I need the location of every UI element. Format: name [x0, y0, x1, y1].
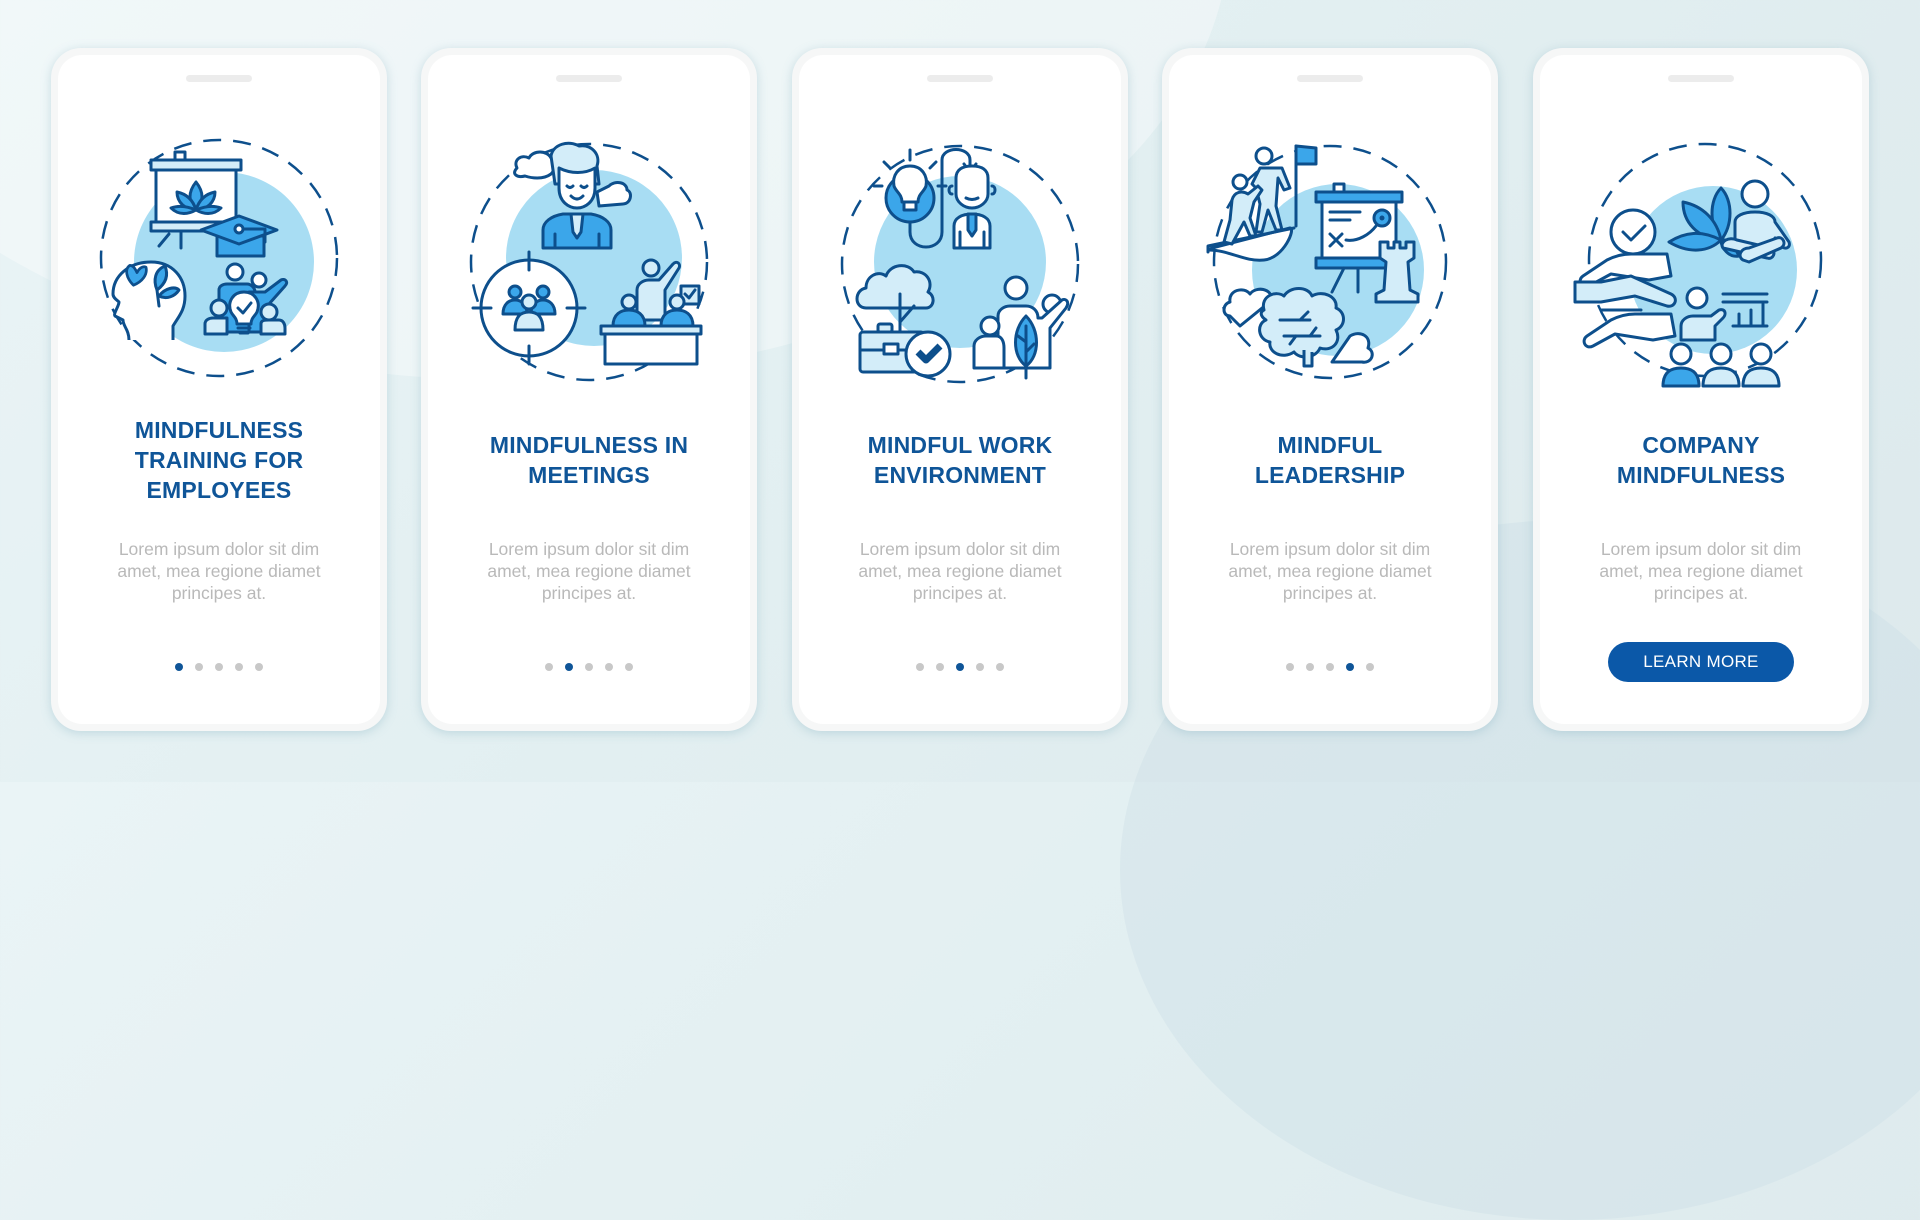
onboarding-screen-5: COMPANY MINDFULNESS Lorem ipsum dolor si… — [1533, 48, 1869, 731]
screen-title: MINDFUL LEADERSHIP — [1254, 432, 1406, 488]
supporting-hands-icon — [1573, 252, 1677, 349]
screen-title: COMPANY MINDFULNESS — [1616, 432, 1786, 488]
screen-content: COMPANY MINDFULNESS Lorem ipsum dolor si… — [1540, 55, 1862, 724]
page-dot[interactable] — [916, 663, 924, 671]
screen-content: MINDFUL WORK ENVIRONMENT Lorem ipsum dol… — [799, 55, 1121, 724]
screen-description: Lorem ipsum dolor sit dim amet, mea regi… — [858, 539, 1062, 603]
mindful-work-environment-illustration — [840, 144, 1080, 384]
head-with-plant-icon — [111, 260, 187, 341]
screen-title: MINDFULNESS TRAINING FOR EMPLOYEES — [134, 417, 304, 503]
page-dot[interactable] — [605, 663, 613, 671]
phone-speaker-notch — [927, 75, 993, 82]
page-dot[interactable] — [1326, 663, 1334, 671]
page-dot[interactable] — [1366, 663, 1374, 671]
checkmark-circle-icon — [904, 330, 952, 378]
page-indicator — [428, 663, 750, 671]
screen-title: MINDFUL WORK ENVIRONMENT — [867, 432, 1053, 488]
onboarding-screen-1: MINDFULNESS TRAINING FOR EMPLOYEES Lorem… — [51, 48, 387, 731]
learn-more-button[interactable]: LEARN MORE — [1608, 642, 1794, 682]
phone-speaker-notch — [1297, 75, 1363, 82]
page-dot[interactable] — [255, 663, 263, 671]
page-indicator — [1169, 663, 1491, 671]
phone-speaker-notch — [1668, 75, 1734, 82]
screen-content: MINDFULNESS TRAINING FOR EMPLOYEES Lorem… — [58, 55, 380, 724]
page-dot[interactable] — [625, 663, 633, 671]
page-dot-active[interactable] — [1346, 663, 1354, 671]
onboarding-screen-3: MINDFUL WORK ENVIRONMENT Lorem ipsum dol… — [792, 48, 1128, 731]
page-dot[interactable] — [215, 663, 223, 671]
page-dot[interactable] — [1286, 663, 1294, 671]
page-dot[interactable] — [585, 663, 593, 671]
page-indicator — [799, 663, 1121, 671]
screen-content: MINDFULNESS IN MEETINGS Lorem ipsum dolo… — [428, 55, 750, 724]
phone-speaker-notch — [186, 75, 252, 82]
screen-content: MINDFUL LEADERSHIP Lorem ipsum dolor sit… — [1169, 55, 1491, 724]
page-dot[interactable] — [996, 663, 1004, 671]
page-dot[interactable] — [976, 663, 984, 671]
page-indicator — [58, 663, 380, 671]
audience-icon — [1661, 342, 1781, 388]
mindful-meetings-illustration — [469, 141, 709, 382]
onboarding-screen-2: MINDFULNESS IN MEETINGS Lorem ipsum dolo… — [421, 48, 757, 731]
company-mindfulness-illustration — [1573, 142, 1823, 388]
checkmark-circle-icon — [1609, 208, 1657, 256]
screen-description: Lorem ipsum dolor sit dim amet, mea regi… — [1599, 539, 1803, 603]
page-dot-active[interactable] — [565, 663, 573, 671]
page-dot[interactable] — [545, 663, 553, 671]
mindfulness-training-illustration — [99, 138, 339, 378]
page-dot-active[interactable] — [175, 663, 183, 671]
screen-description: Lorem ipsum dolor sit dim amet, mea regi… — [117, 539, 321, 603]
page-dot[interactable] — [1306, 663, 1314, 671]
onboarding-screen-4: MINDFUL LEADERSHIP Lorem ipsum dolor sit… — [1162, 48, 1498, 731]
page-dot[interactable] — [936, 663, 944, 671]
page-dot[interactable] — [235, 663, 243, 671]
page-dot-active[interactable] — [956, 663, 964, 671]
phone-speaker-notch — [556, 75, 622, 82]
screen-description: Lorem ipsum dolor sit dim amet, mea regi… — [487, 539, 691, 603]
page-dot[interactable] — [195, 663, 203, 671]
screen-title: MINDFULNESS IN MEETINGS — [489, 432, 689, 488]
mindful-leadership-illustration — [1206, 144, 1448, 380]
screen-description: Lorem ipsum dolor sit dim amet, mea regi… — [1228, 539, 1432, 603]
